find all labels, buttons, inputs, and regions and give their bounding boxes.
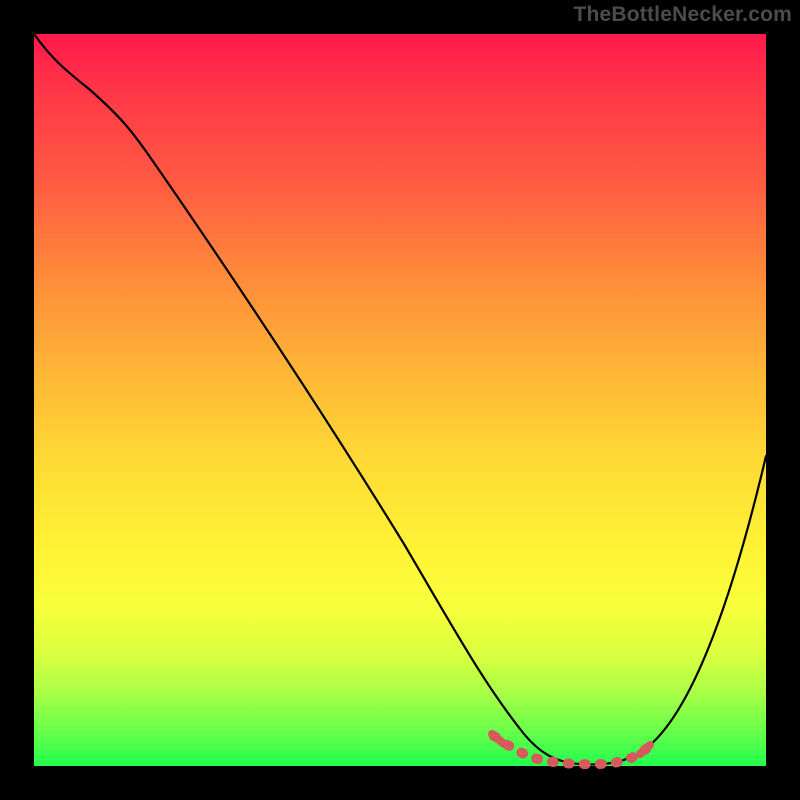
plot-area [34,34,766,766]
optimal-range-marker-left-cap [492,734,504,744]
bottleneck-curve [34,34,766,764]
bottleneck-curve-svg [34,34,766,766]
watermark-text: TheBottleNecker.com [573,3,792,27]
chart-frame: TheBottleNecker.com [0,0,800,800]
